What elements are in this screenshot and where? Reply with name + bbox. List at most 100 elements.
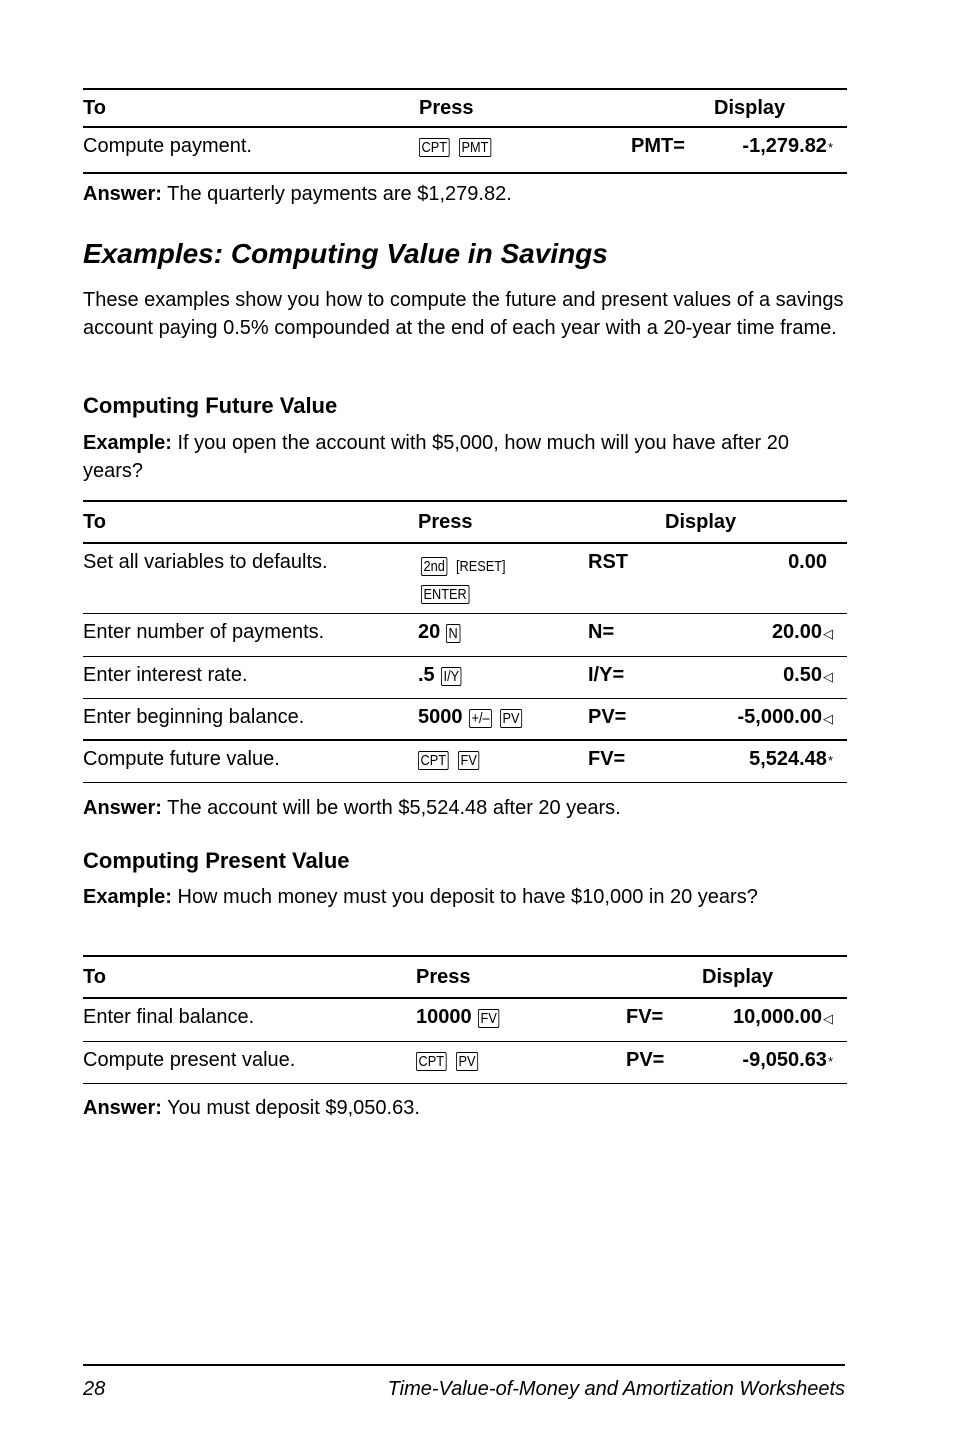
example-label: Example: xyxy=(83,886,172,908)
display-label: FV= xyxy=(588,748,626,770)
display-value: 0.00 xyxy=(788,551,827,574)
header-display: Display xyxy=(665,510,737,533)
answer-label: Answer: xyxy=(83,183,162,205)
section-title: Examples: Computing Value in Savings xyxy=(83,238,608,269)
row-to: Enter number of payments. xyxy=(83,621,325,643)
row-press: 2nd [RESET] ENTER xyxy=(421,551,571,607)
key-plus-minus: +/– xyxy=(468,709,492,728)
header-display: Display xyxy=(714,96,786,119)
table-header: To Press Display xyxy=(83,500,847,544)
key-pv: PV xyxy=(456,1052,479,1071)
header-press: Press xyxy=(418,510,473,533)
header-to: To xyxy=(83,96,106,119)
display-label: PV= xyxy=(626,1049,665,1071)
row-to: Compute payment. xyxy=(83,135,252,157)
present-value-table: To Press Display Enter final balance. 10… xyxy=(83,955,847,1084)
value-text: 0.50 xyxy=(783,664,822,686)
row-press: 20 N xyxy=(418,621,467,644)
value-text: 10,000.00 xyxy=(733,1006,822,1028)
header-to: To xyxy=(83,510,106,533)
present-example: Example: How much money must you deposit… xyxy=(83,884,853,912)
example-text: If you open the account with $5,000, how… xyxy=(83,432,789,482)
answer-payment: Answer: The quarterly payments are $1,27… xyxy=(83,183,512,206)
key-pv: PV xyxy=(499,709,522,728)
display-label: N= xyxy=(588,621,615,643)
table-row: Compute future value. CPT FV FV= 5,524.48… xyxy=(83,741,847,783)
header-press: Press xyxy=(419,96,474,119)
key-enter: ENTER xyxy=(421,585,470,604)
row-press: CPT PV xyxy=(416,1049,486,1072)
value-text: -5,000.00 xyxy=(737,706,822,728)
entry-number: 5000 xyxy=(418,706,463,728)
row-press: CPT PMT xyxy=(419,135,501,158)
key-fv: FV xyxy=(458,751,480,770)
answer-text: The account will be worth $5,524.48 afte… xyxy=(161,797,621,819)
table-row: Enter number of payments. 20 N N= 20.00◁ xyxy=(83,614,847,657)
page-number: 28 xyxy=(83,1378,106,1400)
entered-mark-icon: ◁ xyxy=(823,711,833,726)
row-to: Enter beginning balance. xyxy=(83,706,305,728)
display-label: PV= xyxy=(588,706,627,728)
display-value: 0.50◁ xyxy=(783,664,833,687)
table-header: To Press Display xyxy=(83,88,847,128)
header-press: Press xyxy=(416,965,471,988)
display-label: I/Y= xyxy=(588,664,625,686)
display-value: 10,000.00◁ xyxy=(733,1006,833,1029)
value-text: 0.00 xyxy=(788,551,827,573)
row-press: 5000 +/– PV xyxy=(418,706,530,729)
payment-table: To Press Display Compute payment. CPT PMT… xyxy=(83,88,847,174)
table-header: To Press Display xyxy=(83,955,847,999)
value-text: 20.00 xyxy=(771,621,822,643)
computed-mark-icon: * xyxy=(827,753,833,768)
example-label: Example: xyxy=(83,432,172,454)
display-value: -5,000.00◁ xyxy=(737,706,833,729)
value-text: -1,279.82 xyxy=(742,135,827,157)
example-text: How much money must you deposit to have … xyxy=(171,886,758,908)
row-to: Enter final balance. xyxy=(83,1006,255,1028)
table-row: Enter final balance. 10000 FV FV= 10,000.… xyxy=(83,999,847,1042)
key-fv: FV xyxy=(477,1009,500,1028)
computed-mark-icon: * xyxy=(827,1054,833,1069)
value-text: 5,524.48 xyxy=(749,748,827,770)
key-cpt: CPT xyxy=(418,751,449,770)
display-value: -1,279.82* xyxy=(742,135,833,158)
entry-number: .5 xyxy=(418,664,435,686)
entry-number: 20 xyxy=(418,621,441,643)
future-value-table: To Press Display Set all variables to de… xyxy=(83,500,847,783)
row-to: Compute present value. xyxy=(83,1049,296,1071)
answer-text: The quarterly payments are $1,279.82. xyxy=(161,183,512,205)
row-to: Set all variables to defaults. xyxy=(83,551,328,573)
entered-mark-icon: ◁ xyxy=(823,626,833,641)
display-value: -9,050.63* xyxy=(742,1049,833,1072)
key-pmt: PMT xyxy=(459,138,492,157)
table-row: Compute payment. CPT PMT PMT= -1,279.82* xyxy=(83,128,847,174)
row-to: Enter interest rate. xyxy=(83,664,248,686)
display-value: 20.00◁ xyxy=(772,621,833,644)
entered-mark-icon: ◁ xyxy=(823,1011,833,1026)
key-cpt: CPT xyxy=(419,138,450,157)
value-text: -9,050.63 xyxy=(742,1049,827,1071)
row-press: 10000 FV xyxy=(416,1006,507,1029)
answer-label: Answer: xyxy=(83,797,162,819)
display-value: 5,524.48* xyxy=(749,748,833,771)
chapter-title: Time-Value-of-Money and Amortization Wor… xyxy=(387,1378,845,1400)
table-row: Enter beginning balance. 5000 +/– PV PV= -… xyxy=(83,699,847,741)
row-press: .5 I/Y xyxy=(418,664,469,687)
row-press: CPT FV xyxy=(418,748,487,771)
entered-mark-icon: ◁ xyxy=(823,669,833,684)
future-example: Example: If you open the account with $5… xyxy=(83,430,853,485)
present-value-heading: Computing Present Value xyxy=(83,848,350,873)
key-n: N xyxy=(446,624,461,643)
header-to: To xyxy=(83,965,106,988)
table-row: Set all variables to defaults. 2nd [RESET… xyxy=(83,544,847,614)
table-row: Enter interest rate. .5 I/Y I/Y= 0.50◁ xyxy=(83,657,847,699)
header-display: Display xyxy=(702,965,774,988)
table-row: Compute present value. CPT PV PV= -9,050.… xyxy=(83,1042,847,1084)
key-2nd: 2nd xyxy=(421,557,448,576)
key-reset: [RESET] xyxy=(456,558,506,575)
answer-text: You must deposit $9,050.63. xyxy=(161,1097,420,1119)
key-iy: I/Y xyxy=(440,667,462,686)
future-value-heading: Computing Future Value xyxy=(83,393,338,418)
entry-number: 10000 xyxy=(416,1006,472,1028)
row-to: Compute future value. xyxy=(83,748,280,770)
